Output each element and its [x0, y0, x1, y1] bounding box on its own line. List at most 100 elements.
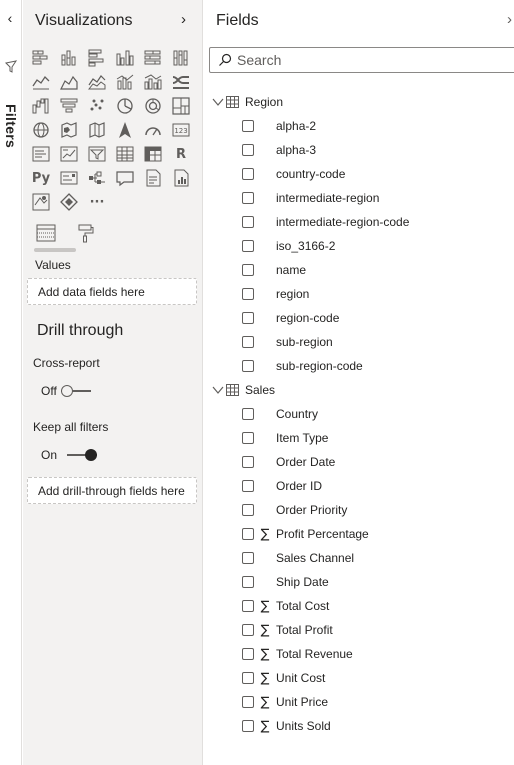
table-header[interactable]: Region	[212, 91, 283, 113]
stacked-column-chart-icon[interactable]	[55, 46, 83, 70]
values-drop-zone[interactable]: Add data fields here	[27, 278, 197, 305]
line-and-clustered-column-chart-icon[interactable]	[139, 70, 167, 94]
ribbon-chart-icon[interactable]	[167, 70, 195, 94]
more-visuals-icon[interactable]: ···	[83, 190, 111, 214]
field-item[interactable]: ∑ Units Sold	[242, 715, 512, 737]
field-checkbox[interactable]	[242, 648, 254, 660]
field-item[interactable]: ∑ Total Profit	[242, 619, 512, 641]
shape-map-icon[interactable]	[83, 118, 111, 142]
matrix-icon[interactable]	[139, 142, 167, 166]
kpi-icon[interactable]	[55, 142, 83, 166]
field-item[interactable]: ∑ Profit Percentage	[242, 523, 512, 545]
field-checkbox[interactable]	[242, 168, 254, 180]
cross-report-toggle[interactable]: Off	[41, 384, 91, 398]
field-checkbox[interactable]	[242, 696, 254, 708]
decomposition-tree-icon[interactable]	[83, 166, 111, 190]
field-checkbox[interactable]	[242, 480, 254, 492]
fields-search-box[interactable]	[209, 47, 514, 73]
smart-narrative-icon[interactable]	[139, 166, 167, 190]
collapse-fields-chevron-icon[interactable]: ›	[507, 11, 512, 28]
arcgis-map-icon[interactable]	[27, 190, 55, 214]
field-item[interactable]: intermediate-region-code	[242, 211, 512, 233]
qa-icon[interactable]	[111, 166, 139, 190]
100-percent-bar-chart-icon[interactable]	[139, 46, 167, 70]
field-item[interactable]: Order Priority	[242, 499, 512, 521]
line-and-column-chart-icon[interactable]	[111, 70, 139, 94]
field-item[interactable]: Item Type	[242, 427, 512, 449]
fields-well-tab[interactable]	[33, 220, 59, 246]
scatter-chart-icon[interactable]	[83, 94, 111, 118]
line-chart-icon[interactable]	[27, 70, 55, 94]
filled-map-icon[interactable]	[55, 118, 83, 142]
area-chart-icon[interactable]	[55, 70, 83, 94]
format-tab[interactable]	[73, 220, 99, 246]
search-input[interactable]	[237, 51, 507, 69]
card-icon[interactable]: 123	[167, 118, 195, 142]
field-checkbox[interactable]	[242, 600, 254, 612]
field-checkbox[interactable]	[242, 504, 254, 516]
clustered-bar-chart-icon[interactable]	[83, 46, 111, 70]
field-checkbox[interactable]	[242, 672, 254, 684]
table-header[interactable]: Sales	[212, 379, 275, 401]
toggle-switch-off[interactable]	[60, 385, 91, 397]
filters-pane-collapsed[interactable]: ‹ Filters	[0, 0, 22, 765]
field-item[interactable]: Order Date	[242, 451, 512, 473]
field-item[interactable]: intermediate-region	[242, 187, 512, 209]
field-checkbox[interactable]	[242, 624, 254, 636]
field-item[interactable]: ∑ Unit Price	[242, 691, 512, 713]
field-item[interactable]: region	[242, 283, 512, 305]
field-item[interactable]: ∑ Unit Cost	[242, 667, 512, 689]
field-item[interactable]: country-code	[242, 163, 512, 185]
slicer-icon[interactable]	[83, 142, 111, 166]
field-item[interactable]: ∑ Total Revenue	[242, 643, 512, 665]
field-item[interactable]: region-code	[242, 307, 512, 329]
field-item[interactable]: ∑ Total Cost	[242, 595, 512, 617]
azure-map-icon[interactable]	[111, 118, 139, 142]
100-percent-column-chart-icon[interactable]	[167, 46, 195, 70]
field-checkbox[interactable]	[242, 456, 254, 468]
field-item[interactable]: Ship Date	[242, 571, 512, 593]
field-checkbox[interactable]	[242, 720, 254, 732]
field-checkbox[interactable]	[242, 312, 254, 324]
field-checkbox[interactable]	[242, 408, 254, 420]
collapse-visualizations-chevron-icon[interactable]: ›	[181, 11, 186, 28]
filters-label[interactable]: Filters	[3, 104, 19, 148]
field-checkbox[interactable]	[242, 216, 254, 228]
field-checkbox[interactable]	[242, 360, 254, 372]
field-item[interactable]: Sales Channel	[242, 547, 512, 569]
chevron-down-icon[interactable]	[212, 96, 224, 108]
clustered-column-chart-icon[interactable]	[111, 46, 139, 70]
field-checkbox[interactable]	[242, 120, 254, 132]
field-checkbox[interactable]	[242, 432, 254, 444]
stacked-bar-chart-icon[interactable]	[27, 46, 55, 70]
field-item[interactable]: alpha-2	[242, 115, 512, 137]
field-item[interactable]: iso_3166-2	[242, 235, 512, 257]
key-influencers-icon[interactable]	[55, 166, 83, 190]
gauge-icon[interactable]	[139, 118, 167, 142]
funnel-chart-icon[interactable]	[55, 94, 83, 118]
field-checkbox[interactable]	[242, 288, 254, 300]
donut-chart-icon[interactable]	[139, 94, 167, 118]
toggle-switch-on[interactable]	[67, 449, 98, 461]
waterfall-chart-icon[interactable]	[27, 94, 55, 118]
multi-row-card-icon[interactable]	[27, 142, 55, 166]
expand-filters-chevron-icon[interactable]: ‹	[3, 10, 17, 26]
stacked-area-chart-icon[interactable]	[83, 70, 111, 94]
field-item[interactable]: Country	[242, 403, 512, 425]
field-checkbox[interactable]	[242, 576, 254, 588]
field-item[interactable]: Order ID	[242, 475, 512, 497]
python-visual-icon[interactable]: Py	[27, 166, 55, 190]
field-item[interactable]: sub-region	[242, 331, 512, 353]
field-item[interactable]: name	[242, 259, 512, 281]
field-checkbox[interactable]	[242, 192, 254, 204]
pie-chart-icon[interactable]	[111, 94, 139, 118]
field-checkbox[interactable]	[242, 336, 254, 348]
keep-all-filters-toggle[interactable]: On	[41, 448, 98, 462]
table-icon[interactable]	[111, 142, 139, 166]
field-checkbox[interactable]	[242, 552, 254, 564]
map-icon[interactable]	[27, 118, 55, 142]
field-checkbox[interactable]	[242, 264, 254, 276]
field-checkbox[interactable]	[242, 528, 254, 540]
field-checkbox[interactable]	[242, 144, 254, 156]
field-item[interactable]: sub-region-code	[242, 355, 512, 377]
